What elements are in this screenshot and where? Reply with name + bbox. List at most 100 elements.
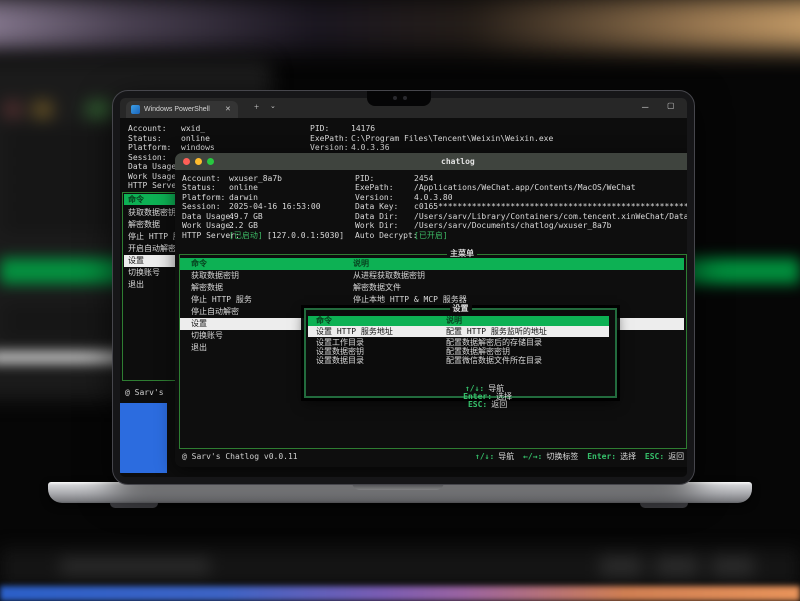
menu-row[interactable]: 获取数据密钥 从进程获取数据密钥 (180, 270, 684, 282)
info-value: /Applications/WeChat.app/Contents/MacOS/… (414, 184, 636, 192)
blurred-traffic-light-yellow (34, 104, 51, 115)
settings-desc: 配置 HTTP 服务监听的地址 (446, 328, 547, 336)
settings-row-selected[interactable]: 设置 HTTP 服务地址 配置 HTTP 服务监听的地址 (308, 326, 609, 337)
settings-row[interactable]: 设置工作目录 配置数据解密后的存储目录 (308, 338, 609, 347)
maximize-icon[interactable]: ▢ (667, 102, 675, 110)
column-header-desc: 说明 (446, 317, 462, 325)
settings-desc: 配置数据解密后的存储目录 (446, 339, 542, 347)
minimize-icon[interactable]: ─ (642, 103, 648, 112)
hint-label: 返回 (668, 452, 684, 461)
hint-label: 切换标签 (546, 452, 578, 461)
settings-desc: 配置数据解密密钥 (446, 348, 510, 356)
wallpaper-bottom-blur (0, 548, 800, 588)
tab-close-icon[interactable]: ✕ (225, 106, 231, 113)
new-tab-icon[interactable]: + (254, 103, 259, 112)
blurred-dock-item (656, 556, 698, 576)
ps-label: Work Usage: (128, 173, 181, 181)
chatlog-titlebar[interactable]: chatlog (175, 153, 687, 170)
info-value: wxuser_8a7b (229, 175, 282, 183)
ps-status-left: @ Sarv's (125, 389, 164, 397)
traffic-light-close-icon[interactable] (183, 158, 190, 165)
column-header-cmd: 命令 (191, 260, 207, 268)
info-value: 49.7 GB (229, 213, 263, 221)
menu-cmd: 切换账号 (191, 332, 223, 340)
laptop-screen: Windows PowerShell ✕ + ⌄ ─ ▢ Account: wxi… (112, 90, 695, 485)
settings-cmd: 设置数据密钥 (316, 348, 364, 356)
info-value: online (229, 184, 258, 192)
settings-header-row: 命令 说明 (308, 316, 609, 326)
laptop-display: Windows PowerShell ✕ + ⌄ ─ ▢ Account: wxi… (120, 98, 687, 477)
info-value: 2.2 GB (229, 222, 258, 230)
chatlog-window: chatlog Account:wxuser_8a7b PID:2454 Sta… (175, 153, 687, 467)
settings-cmd: 设置数据目录 (316, 357, 364, 365)
tab-dropdown-icon[interactable]: ⌄ (270, 103, 276, 110)
hint-key: ESC: (645, 452, 664, 461)
info-value: [127.0.0.1:5030] (267, 232, 344, 240)
wallpaper-color-strip (0, 586, 800, 601)
laptop-base (48, 482, 752, 503)
auto-decrypt-status-badge: [已开启] (414, 232, 448, 240)
chatlog-info-row: HTTP Server:[已启动][127.0.0.1:5030] Auto D… (175, 232, 687, 243)
blurred-traffic-light-red (6, 104, 19, 115)
ps-value: 4.0.3.36 (351, 144, 390, 152)
ps-label: Session: (128, 154, 167, 162)
column-header-cmd: 命令 (316, 317, 332, 325)
ps-label: Version: (310, 144, 349, 152)
wallpaper-top-gradient (0, 0, 800, 50)
blurred-dock-item (712, 556, 754, 576)
ps-label: ExePath: (310, 135, 349, 143)
info-value: 2025-04-16 16:53:00 (229, 203, 321, 211)
info-label: Version: (355, 194, 394, 202)
info-label: Work Dir: (355, 222, 398, 230)
settings-cmd: 设置工作目录 (316, 339, 364, 347)
ps-value: online (181, 135, 210, 143)
info-value: c0165***********************************… (414, 203, 687, 211)
blurred-dock-item (600, 556, 642, 576)
camera-icon (393, 96, 397, 100)
laptop-foot-right (640, 503, 688, 508)
ps-label: Account: (128, 125, 167, 133)
camera-notch (367, 91, 431, 106)
traffic-light-minimize-icon[interactable] (195, 158, 202, 165)
camera-led-icon (403, 96, 407, 100)
ps-label: PID: (310, 125, 329, 133)
hint-label: 选择 (620, 452, 636, 461)
info-label: Data Key: (355, 203, 398, 211)
info-value: /Users/sarv/Documents/chatlog/wxuser_8a7… (414, 222, 611, 230)
hint-key: Enter: (587, 452, 616, 461)
menu-cmd: 停止自动解密 (191, 308, 239, 316)
info-value: 4.0.3.80 (414, 194, 453, 202)
menu-cmd: 设置 (191, 320, 207, 328)
ps-value: 14176 (351, 125, 375, 133)
hint-label: 返回 (491, 400, 507, 409)
hint-key: ESC: (468, 400, 487, 409)
traffic-light-zoom-icon[interactable] (207, 158, 214, 165)
ps-label: Status: (128, 135, 162, 143)
powershell-icon (131, 105, 140, 114)
settings-row[interactable]: 设置数据目录 配置微信数据文件所在目录 (308, 356, 609, 365)
menu-row[interactable]: 解密数据 解密数据文件 (180, 282, 684, 294)
settings-popup-title: 设置 (450, 305, 472, 313)
info-label: Status: (182, 184, 216, 192)
info-label: Session: (182, 203, 221, 211)
info-label: Data Dir: (355, 213, 398, 221)
menu-row[interactable]: 停止 HTTP 服务 停止本地 HTTP & MCP 服务器 (180, 294, 684, 306)
ps-value: wxid_ (181, 125, 205, 133)
info-label: Platform: (182, 194, 225, 202)
powershell-tab[interactable]: Windows PowerShell ✕ (126, 101, 238, 118)
info-label: PID: (355, 175, 374, 183)
settings-cmd: 设置 HTTP 服务地址 (316, 328, 393, 336)
column-header-desc: 说明 (353, 260, 369, 268)
main-menu-title: 主菜单 (447, 250, 477, 258)
ps-label: Platform: (128, 144, 171, 152)
menu-desc: 解密数据文件 (353, 284, 401, 292)
ps-value: C:\Program Files\Tencent\Weixin\Weixin.e… (351, 135, 553, 143)
settings-footer-hints: ↑/↓:导航 Enter:选择 ESC:返回 (306, 377, 615, 417)
chatlog-window-title: chatlog (441, 158, 475, 166)
http-server-status-badge: [已启动] (229, 232, 263, 240)
powershell-tab-title: Windows PowerShell (144, 106, 210, 113)
chatlog-status-hints: ↑/↓:导航 ←/→:切换标签 Enter:选择 ESC:返回 (471, 453, 684, 461)
menu-cmd: 退出 (191, 344, 207, 352)
hint-label: 导航 (498, 452, 514, 461)
settings-row[interactable]: 设置数据密钥 配置数据解密密钥 (308, 347, 609, 356)
